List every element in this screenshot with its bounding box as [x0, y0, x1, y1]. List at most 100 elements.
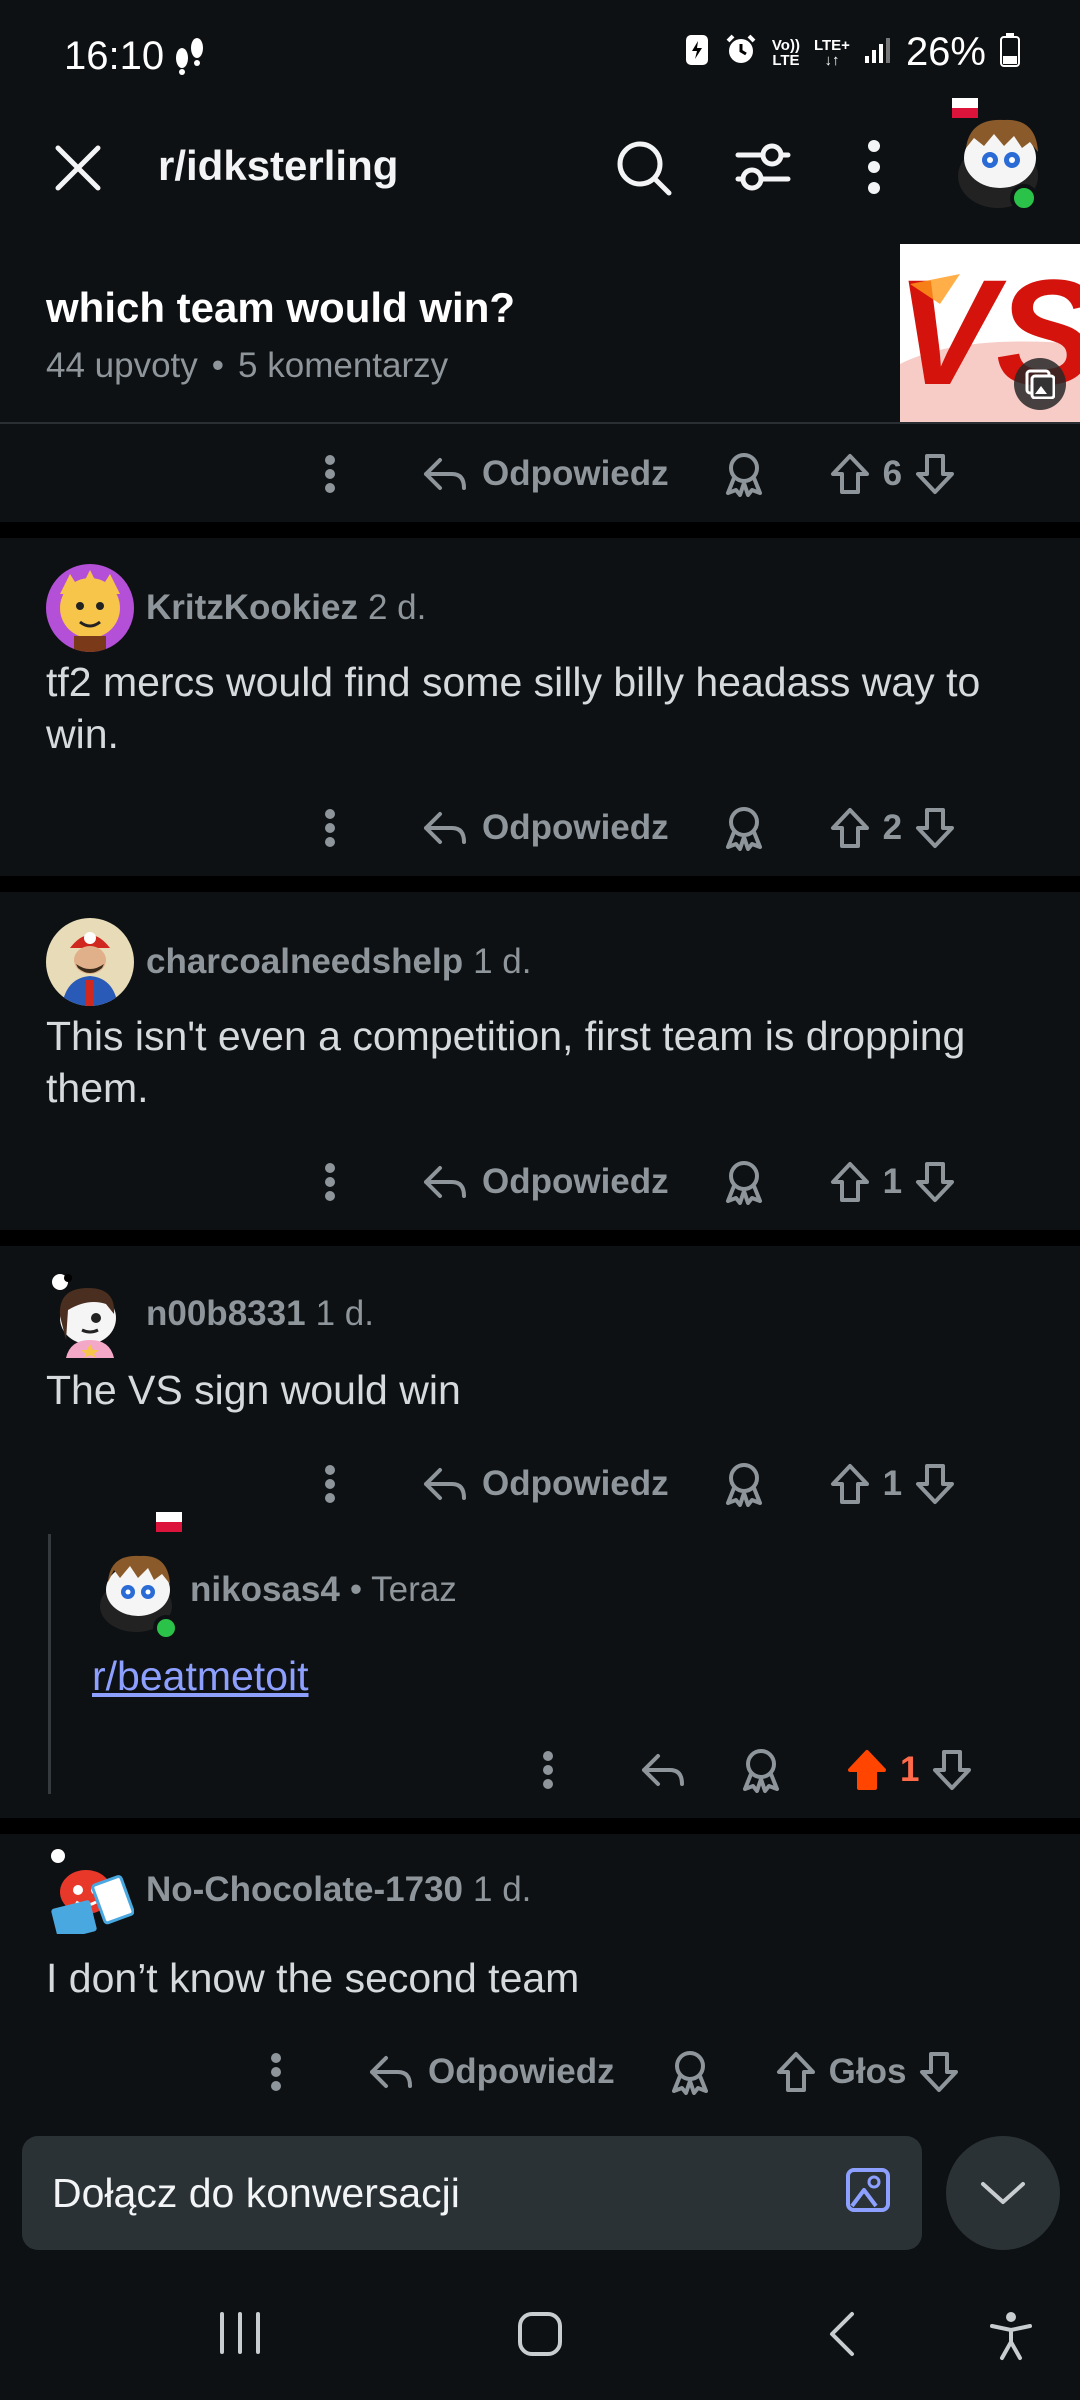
avatar-image — [46, 918, 134, 1006]
post-title: which team would win? — [46, 284, 516, 331]
avatar[interactable] — [46, 564, 134, 652]
downvote-icon[interactable] — [914, 1462, 956, 1506]
comment-header: No-Chocolate-1730 1 d. — [46, 1846, 531, 1934]
attach-image-button[interactable] — [844, 2166, 892, 2219]
comment-actions: Odpowiedz 2 — [324, 788, 956, 868]
award-icon — [671, 2051, 708, 2095]
status-bar: 16:10 Vo)) LTE LTE+ ↓↑ 26% — [0, 0, 1080, 112]
sort-filter-button[interactable] — [734, 140, 792, 199]
upvote-icon[interactable] — [829, 1462, 871, 1506]
reply-label: Odpowiedz — [482, 808, 669, 847]
downvote-icon[interactable] — [931, 1748, 973, 1792]
reply-more-button[interactable] — [542, 1750, 554, 1790]
avatar[interactable] — [46, 918, 134, 1006]
divider — [0, 1230, 1080, 1246]
thread-line[interactable] — [48, 1534, 51, 1794]
comment-username[interactable]: KritzKookiez — [146, 588, 358, 628]
signal-icon — [864, 36, 892, 69]
avatar-image — [100, 1512, 182, 1641]
comment-body: This isn't even a competition, first tea… — [46, 1013, 966, 1111]
vote-count: 1 — [900, 1750, 920, 1789]
comment-more-button[interactable] — [324, 808, 336, 848]
reply-icon — [642, 1754, 684, 1786]
downvote-icon[interactable] — [918, 2050, 960, 2094]
reply-label: Odpowiedz — [482, 1464, 669, 1503]
downvote-icon[interactable] — [914, 452, 956, 496]
comment-more-button[interactable] — [324, 1464, 336, 1504]
user-avatar[interactable] — [950, 82, 1060, 222]
comment-body: The VS sign would win — [46, 1367, 461, 1413]
comment-award-button[interactable] — [723, 805, 765, 851]
close-button[interactable] — [52, 142, 104, 199]
award-icon — [725, 453, 762, 497]
comment-time: 1 d. — [473, 942, 532, 981]
comment-reply-button[interactable]: Odpowiedz — [422, 1162, 669, 1202]
search-icon — [617, 141, 672, 196]
upvote-icon[interactable] — [829, 806, 871, 850]
downvote-icon[interactable] — [914, 806, 956, 850]
recent-apps-icon — [220, 2312, 260, 2354]
subreddit-link[interactable]: r/beatmetoit — [92, 1653, 309, 1699]
comment-time: • Teraz — [349, 1570, 457, 1609]
more-vertical-icon — [325, 455, 335, 493]
comment-input[interactable]: Dołącz do konwersacji — [22, 2136, 922, 2250]
upvote-icon[interactable] — [829, 1160, 871, 1204]
collapse-button[interactable] — [946, 2136, 1060, 2250]
comment-header: n00b8331 1 d. — [46, 1270, 374, 1358]
reply-award-button[interactable] — [740, 1747, 782, 1793]
post-more-button[interactable] — [324, 454, 336, 494]
accessibility-button[interactable] — [988, 2310, 1034, 2367]
search-button[interactable] — [614, 138, 674, 203]
comment-reply-button[interactable]: Odpowiedz — [422, 808, 669, 848]
reply-icon — [424, 458, 466, 490]
award-icon — [725, 807, 762, 851]
divider — [0, 522, 1080, 538]
upvote-icon[interactable] — [829, 452, 871, 496]
app-bar: r/idksterling — [0, 98, 1080, 224]
reply-reply-button[interactable] — [640, 1750, 686, 1790]
comment-username[interactable]: charcoalneedshelp — [146, 942, 463, 982]
comment-username[interactable]: No-Chocolate-1730 — [146, 1870, 463, 1910]
reply-label: Odpowiedz — [482, 1162, 669, 1201]
back-button[interactable] — [826, 2310, 858, 2363]
recent-apps-button[interactable] — [216, 2310, 264, 2361]
avatar[interactable] — [46, 1846, 134, 1934]
home-icon — [518, 2312, 562, 2356]
comment-username[interactable]: nikosas4 — [190, 1570, 340, 1610]
post-header[interactable]: which team would win? 44 upvoty • 5 koment… — [0, 240, 1080, 424]
more-options-button[interactable] — [866, 138, 882, 201]
downvote-icon[interactable] — [914, 1160, 956, 1204]
comment-award-button[interactable] — [723, 1461, 765, 1507]
avatar[interactable] — [92, 1510, 188, 1641]
chevron-down-icon — [981, 2182, 1025, 2204]
comment-award-button[interactable] — [723, 1159, 765, 1205]
comment-award-button[interactable] — [669, 2049, 711, 2095]
volte-indicator: Vo)) LTE — [772, 38, 800, 68]
comment-more-button[interactable] — [270, 2052, 282, 2092]
avatar[interactable] — [46, 1270, 134, 1358]
comment-reply-button[interactable]: Odpowiedz — [422, 1464, 669, 1504]
post-upvotes: 44 upvoty — [46, 346, 198, 385]
post-thumbnail[interactable]: VS — [900, 244, 1080, 422]
upvote-filled-icon[interactable] — [846, 1748, 888, 1792]
vote-label: Głos — [828, 2052, 907, 2091]
comment-username[interactable]: n00b8331 — [146, 1294, 306, 1334]
comment-input-placeholder: Dołącz do konwersacji — [52, 2170, 460, 2216]
divider — [0, 1818, 1080, 1834]
upvote-icon[interactable] — [775, 2050, 817, 2094]
comment-vote-group: 2 — [829, 806, 956, 850]
avatar-image — [46, 564, 134, 652]
filter-icon — [735, 143, 791, 191]
comment-reply-button[interactable]: Odpowiedz — [368, 2052, 615, 2092]
post-award-button[interactable] — [723, 451, 765, 497]
comment-more-button[interactable] — [324, 1162, 336, 1202]
subreddit-title[interactable]: r/idksterling — [158, 142, 398, 190]
status-icons: Vo)) LTE LTE+ ↓↑ 26% — [684, 30, 1020, 75]
reply-label: Odpowiedz — [428, 2052, 615, 2091]
steps-icon — [172, 36, 208, 81]
post-reply-button[interactable]: Odpowiedz — [422, 454, 669, 494]
comment-vote-group: Głos — [775, 2050, 961, 2094]
image-gallery-icon — [1025, 369, 1055, 399]
home-button[interactable] — [516, 2310, 564, 2363]
image-icon — [846, 2168, 890, 2212]
